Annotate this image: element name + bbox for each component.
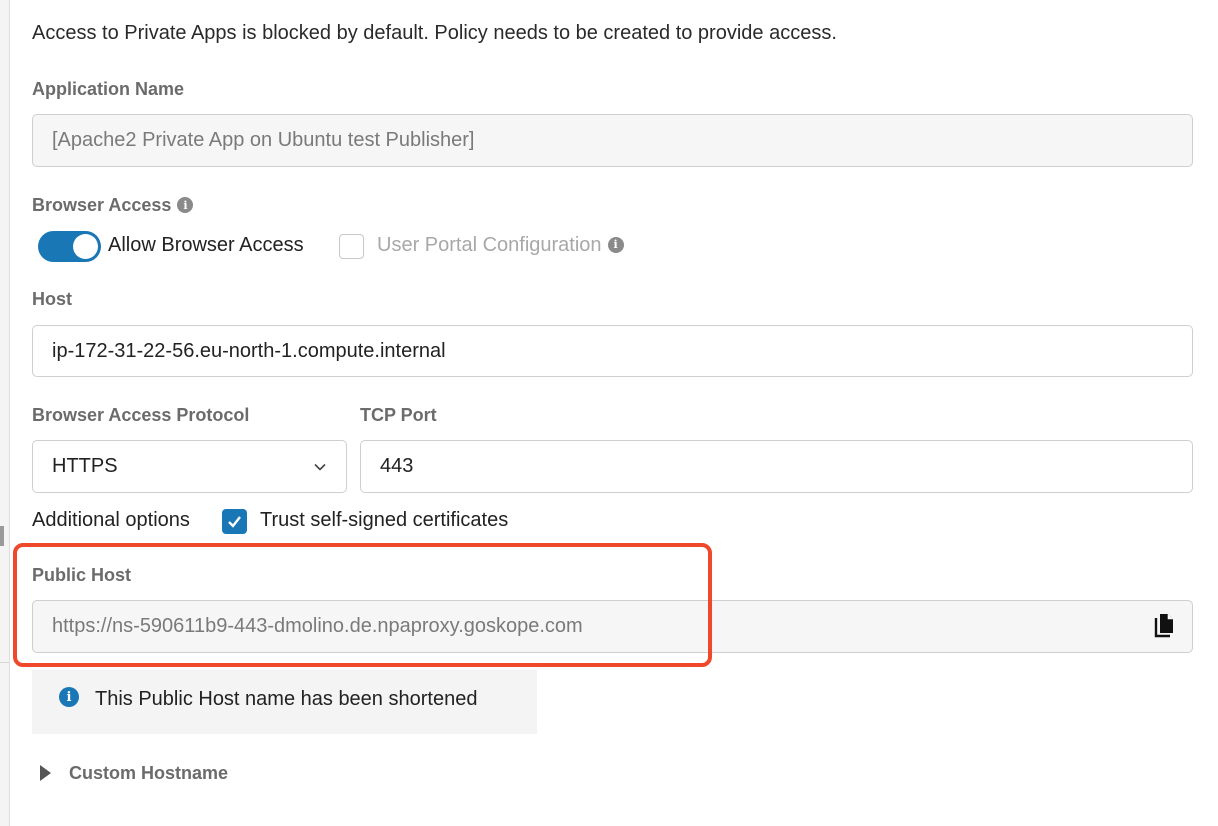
allow-browser-access-label: Allow Browser Access bbox=[108, 234, 304, 256]
left-panel-marker bbox=[0, 526, 4, 546]
host-input[interactable]: ip-172-31-22-56.eu-north-1.compute.inter… bbox=[32, 325, 1193, 377]
copy-icon[interactable] bbox=[1154, 613, 1176, 639]
user-portal-configuration-text: User Portal Configuration bbox=[377, 234, 602, 256]
tcp-port-label: TCP Port bbox=[360, 405, 437, 425]
host-value: ip-172-31-22-56.eu-north-1.compute.inter… bbox=[52, 339, 446, 362]
user-portal-configuration-label: User Portal Configuration i bbox=[377, 234, 624, 257]
info-icon[interactable]: i bbox=[177, 197, 194, 214]
browser-access-label-text: Browser Access bbox=[32, 195, 172, 215]
left-panel-edge bbox=[0, 0, 10, 826]
user-portal-configuration-checkbox[interactable] bbox=[339, 234, 364, 259]
application-name-field[interactable]: [Apache2 Private App on Ubuntu test Publ… bbox=[32, 114, 1193, 167]
host-label: Host bbox=[32, 289, 72, 309]
trust-self-signed-label: Trust self-signed certificates bbox=[260, 509, 509, 531]
trust-self-signed-checkbox[interactable] bbox=[222, 509, 247, 534]
allow-browser-access-toggle[interactable] bbox=[38, 231, 101, 262]
private-app-form: Access to Private Apps is blocked by def… bbox=[0, 0, 1218, 826]
application-name-value: [Apache2 Private App on Ubuntu test Publ… bbox=[52, 129, 475, 151]
tcp-port-value: 443 bbox=[380, 455, 414, 477]
custom-hostname-toggle[interactable]: Custom Hostname bbox=[69, 763, 228, 784]
public-host-highlight-box bbox=[13, 543, 712, 667]
chevron-down-icon bbox=[314, 463, 326, 471]
checkmark-icon bbox=[228, 516, 241, 528]
intro-text: Access to Private Apps is blocked by def… bbox=[32, 22, 837, 44]
toggle-knob bbox=[73, 234, 98, 259]
additional-options-label: Additional options bbox=[32, 509, 190, 531]
notice-text: This Public Host name has been shortened bbox=[95, 688, 478, 710]
caret-right-icon[interactable] bbox=[40, 765, 51, 781]
info-icon: i bbox=[59, 687, 79, 707]
application-name-label: Application Name bbox=[32, 79, 185, 99]
shortened-host-notice: i This Public Host name has been shorten… bbox=[32, 670, 537, 734]
protocol-selected-value: HTTPS bbox=[52, 455, 118, 477]
left-panel-divider bbox=[0, 662, 9, 663]
browser-access-protocol-label: Browser Access Protocol bbox=[32, 405, 250, 425]
tcp-port-input[interactable]: 443 bbox=[360, 440, 1193, 493]
browser-access-protocol-select[interactable]: HTTPS bbox=[32, 440, 347, 493]
browser-access-label: Browser Access i bbox=[32, 195, 194, 216]
info-icon[interactable]: i bbox=[607, 236, 624, 253]
